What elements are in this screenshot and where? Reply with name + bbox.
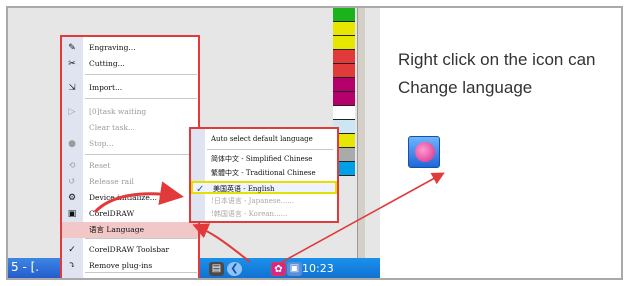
cutting-icon: ✂	[68, 59, 76, 69]
palette-swatch[interactable]	[333, 78, 355, 92]
engraver-tray-icon[interactable]: ✿	[271, 262, 286, 276]
menu-item[interactable]: ✓ CorelDRAW Toolsbar	[61, 242, 201, 258]
menu-item-label: Release rail	[89, 177, 134, 186]
palette-swatch[interactable]	[333, 36, 355, 50]
language-option-selected[interactable]: ✓ 美国英语 - English	[191, 181, 337, 195]
menu-item-label: 语言 Language	[89, 225, 145, 234]
stop-icon: ●	[68, 139, 76, 149]
palette-swatch[interactable]	[333, 22, 355, 36]
menu-item-label: [0]task waiting	[89, 107, 147, 116]
menu-separator	[85, 238, 197, 239]
menu-item[interactable]: ✂ Cutting...	[61, 56, 201, 72]
menu-item-label: Import...	[89, 83, 123, 92]
back-icon[interactable]: ❮	[227, 262, 242, 276]
menu-item-label: Engraving...	[89, 43, 136, 52]
instruction-caption: Right click on the icon can Change langu…	[398, 46, 621, 102]
language-option-label: 繁體中文 - Traditional Chinese	[211, 169, 316, 177]
menu-item[interactable]: ▷ [0]task waiting	[61, 104, 201, 120]
caption-line-1: Right click on the icon can	[398, 50, 596, 69]
submenu-separator	[207, 149, 333, 150]
menu-item-label: Device initialize...	[89, 193, 157, 202]
caption-line-2: Change language	[398, 78, 533, 97]
language-option[interactable]: Auto select default language	[191, 133, 337, 146]
palette-swatch[interactable]	[333, 64, 355, 78]
engraving-icon: ✎	[68, 43, 76, 53]
remove-icon: ⤵	[68, 261, 76, 271]
network-icon[interactable]: ▣	[287, 262, 302, 276]
play-icon: ▷	[68, 107, 76, 117]
screenshot-area: 5 - [. ▤ ❮ ✿ ▣ 10:23 ✎ Engraving... ✂ Cutti…	[8, 8, 380, 280]
reset-icon: ⟲	[68, 161, 76, 171]
language-option-label: !韩国语言 - Korean......	[211, 210, 288, 218]
ime-icon[interactable]: ▤	[209, 262, 224, 276]
context-menu: ✎ Engraving... ✂ Cutting... ⇲ Import... ▷ [0]ta…	[60, 35, 201, 280]
import-icon: ⇲	[68, 83, 76, 93]
menu-item[interactable]: ⇲ Import...	[61, 80, 201, 96]
language-option[interactable]: 繁體中文 - Traditional Chinese	[191, 167, 337, 180]
language-option[interactable]: 简体中文 - Simplified Chinese	[191, 153, 337, 166]
check-icon: ✓	[68, 245, 76, 255]
menu-item[interactable]: ↺ Release rail	[61, 174, 201, 190]
system-tray: ▤ ❮ ✿ ▣ 10:23	[198, 258, 380, 278]
language-option-label: 简体中文 - Simplified Chinese	[211, 155, 313, 163]
language-option-label: !日本语言 - Japanese......	[211, 197, 294, 205]
menu-item-label: CorelDRAW Toolsbar	[89, 245, 170, 254]
language-option-label: Auto select default language	[211, 135, 313, 143]
menu-separator	[85, 98, 197, 99]
menu-item[interactable]: ▣ CorelDRAW	[61, 206, 201, 222]
language-option[interactable]: !韩国语言 - Korean......	[191, 208, 337, 221]
release-icon: ↺	[68, 177, 76, 187]
tutorial-frame: 5 - [. ▤ ❮ ✿ ▣ 10:23 ✎ Engraving... ✂ Cutti…	[6, 6, 623, 280]
menu-item[interactable]: ✎ Engraving...	[61, 40, 201, 56]
menu-item[interactable]: 语言 Language	[61, 222, 201, 238]
menu-item-label: CorelDRAW	[89, 209, 135, 218]
menu-item-label: Clear task...	[89, 123, 136, 132]
clock: 10:23	[302, 262, 334, 275]
language-submenu: Auto select default language 简体中文 - Simpl…	[189, 127, 339, 223]
scrollbar[interactable]	[357, 8, 365, 258]
coreldraw-icon: ▣	[67, 209, 77, 219]
menu-separator	[85, 272, 197, 273]
engraver-app-icon	[408, 136, 440, 168]
menu-separator	[85, 74, 197, 75]
about-icon: ▦	[67, 279, 77, 280]
menu-item[interactable]: Clear task...	[61, 120, 201, 136]
menu-item-label: Cutting...	[89, 59, 125, 68]
menu-item[interactable]: ● Stop...	[61, 136, 201, 152]
palette-swatch[interactable]	[333, 106, 355, 120]
engraver-logo-icon	[415, 142, 435, 162]
menu-item-label: About...	[89, 276, 119, 278]
palette-swatch[interactable]	[333, 8, 355, 22]
menu-item[interactable]: ▦ About...	[61, 276, 201, 280]
menu-separator	[85, 154, 197, 155]
device-icon: ⚙	[67, 193, 77, 203]
palette-swatch[interactable]	[333, 92, 355, 106]
language-option[interactable]: !日本语言 - Japanese......	[191, 195, 337, 208]
menu-item-label: Stop...	[89, 139, 114, 148]
menu-item-label: Reset	[89, 161, 111, 170]
menu-item[interactable]: ⚙ Device initialize...	[61, 190, 201, 206]
menu-item[interactable]: ⟲ Reset	[61, 158, 201, 174]
taskbar-window-button[interactable]: 5 - [.	[11, 260, 39, 274]
palette-swatch[interactable]	[333, 50, 355, 64]
